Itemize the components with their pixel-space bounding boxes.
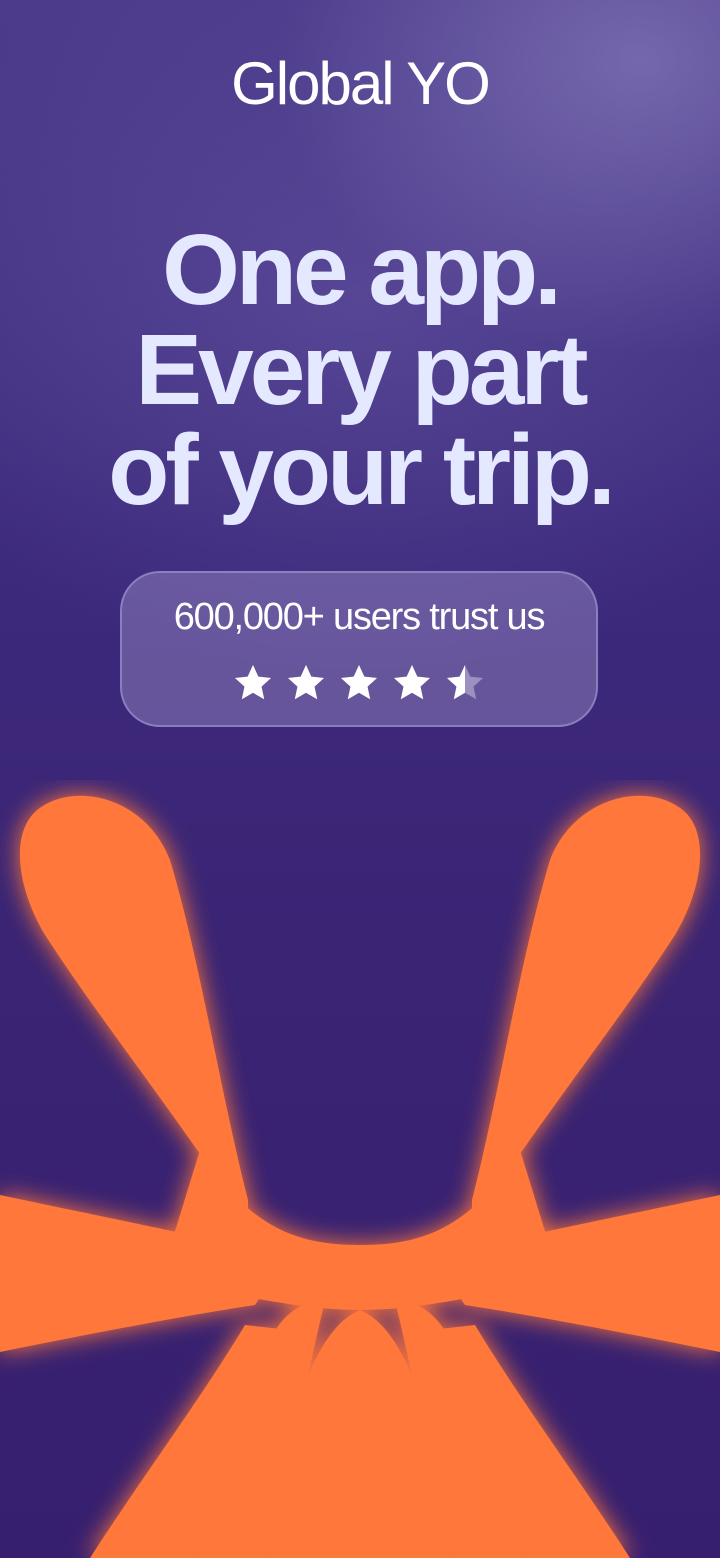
headline-line-3: of your trip. (108, 414, 616, 526)
asterisk-petal (472, 795, 701, 1225)
star-rating (122, 663, 596, 703)
star-icon (233, 663, 273, 703)
headline-line-2: Every part (135, 314, 588, 426)
trust-badge: 600,000+ users trust us (120, 571, 598, 727)
onboarding-screen: Global YO One app. Every part of your tr… (0, 0, 720, 1558)
hero-headline: One app. Every part of your trip. (0, 220, 720, 520)
star-icon (445, 663, 485, 703)
asterisk-graphic (0, 795, 720, 1558)
headline-line-1: One app. (162, 214, 562, 326)
asterisk-petal (19, 795, 248, 1225)
star-icon (339, 663, 379, 703)
star-icon (392, 663, 432, 703)
trust-text: 600,000+ users trust us (173, 596, 546, 638)
star-icon (286, 663, 326, 703)
app-logo: Global YO (231, 50, 491, 117)
